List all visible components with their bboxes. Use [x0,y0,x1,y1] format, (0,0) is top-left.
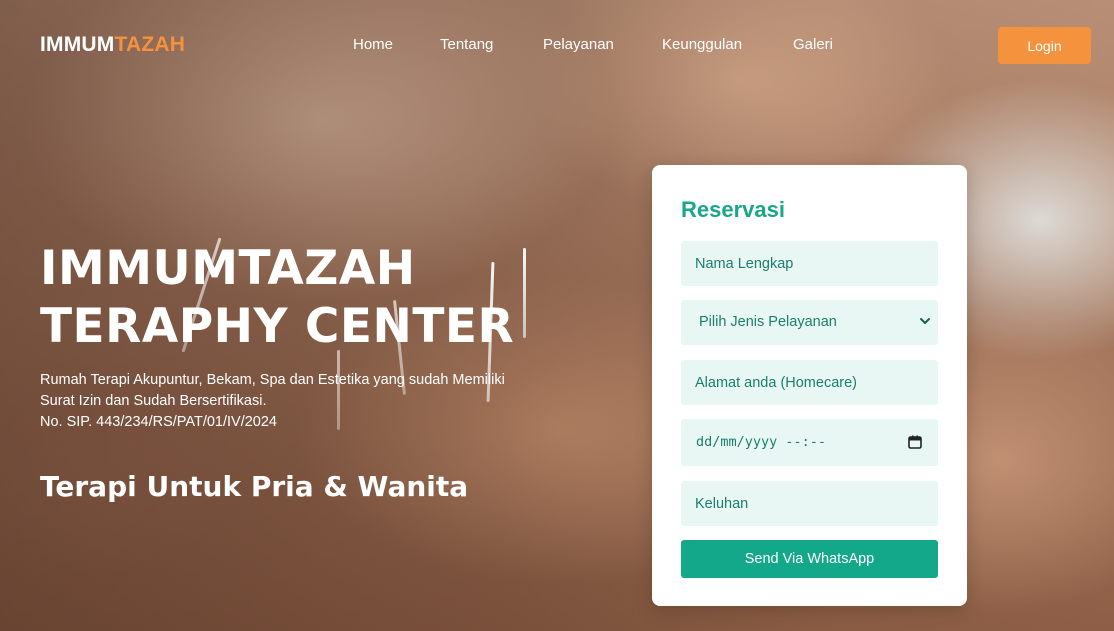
service-select-value: Pilih Jenis Pelayanan [699,314,837,330]
nav-link-pelayanan[interactable]: Pelayanan [543,36,614,53]
nav-link-galeri[interactable]: Galeri [793,36,833,53]
chevron-down-icon [920,318,930,324]
hero-desc-line1: Rumah Terapi Akupuntur, Bekam, Spa dan E… [40,372,505,388]
navbar: IMMUMTAZAH Home Tentang Pelayanan Keungg… [0,0,1114,92]
service-select[interactable]: Pilih Jenis Pelayanan [681,300,938,345]
datetime-placeholder: dd/mm/yyyy --:-- [696,434,827,450]
send-whatsapp-button[interactable]: Send Via WhatsApp [681,540,938,578]
reservation-title: Reservasi [681,197,785,222]
hero-desc-line2: Surat Izin dan Sudah Bersertifikasi. [40,393,267,409]
login-button[interactable]: Login [998,27,1091,64]
hero-subtitle: Terapi Untuk Pria & Wanita [40,470,469,503]
address-input[interactable] [681,360,938,405]
hero-title-line1: IMMUMTAZAH [40,241,416,296]
hero-description: Rumah Terapi Akupuntur, Bekam, Spa dan E… [40,370,580,433]
nav-link-home[interactable]: Home [353,36,393,53]
hero-title: IMMUMTAZAH TERAPHY CENTER [40,240,600,356]
nav-link-tentang[interactable]: Tentang [440,36,493,53]
nav-link-keunggulan[interactable]: Keunggulan [662,36,742,53]
hero-license-number: No. SIP. 443/234/RS/PAT/01/IV/2024 [40,414,277,430]
brand-logo[interactable]: IMMUMTAZAH [40,33,185,57]
brand-logo-part2: TAZAH [114,33,186,56]
brand-logo-part1: IMMUM [40,33,115,56]
complaint-input[interactable] [681,481,938,526]
datetime-input[interactable]: dd/mm/yyyy --:-- [681,419,938,466]
reservation-card: Reservasi Pilih Jenis Pelayanan dd/mm/yy… [652,165,967,606]
name-input[interactable] [681,241,938,286]
calendar-icon[interactable] [908,435,922,449]
hero-title-line2: TERAPHY CENTER [40,299,515,354]
